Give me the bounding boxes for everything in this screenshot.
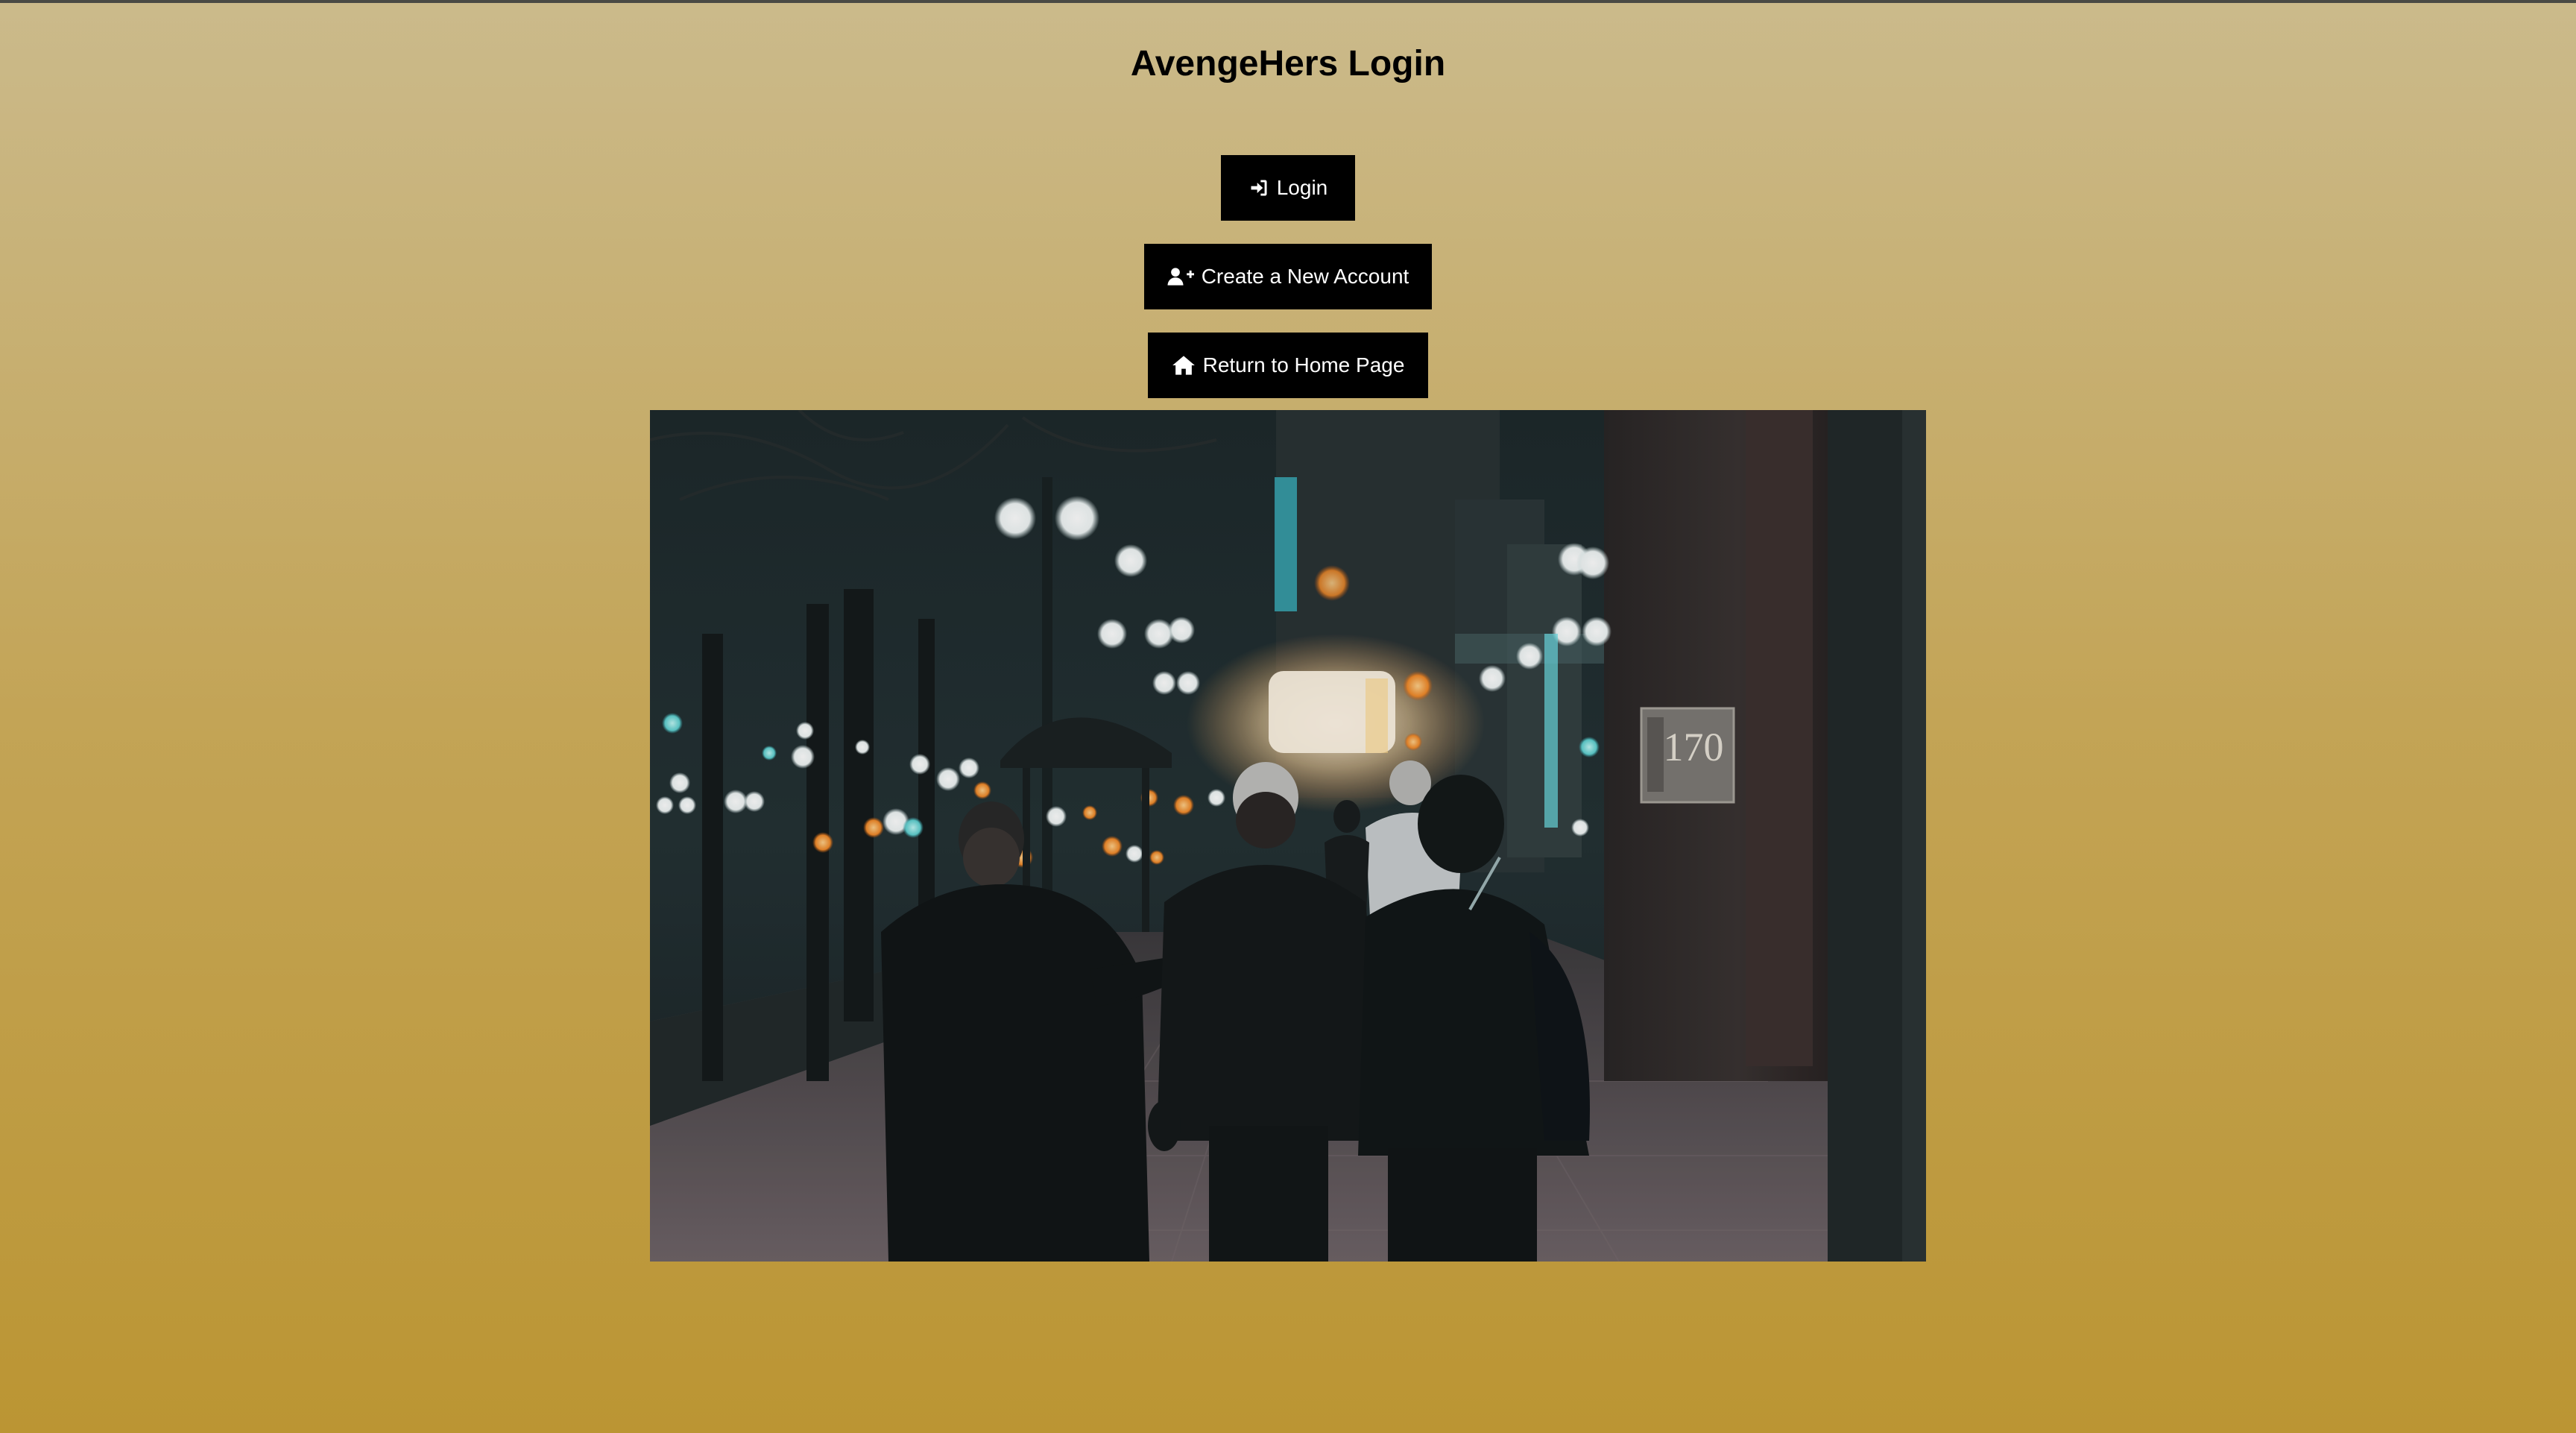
window-top-border: [0, 0, 2576, 3]
user-plus-icon: [1167, 266, 1194, 287]
sign-in-icon: [1248, 177, 1269, 198]
hero-image: 170: [650, 410, 1926, 1262]
login-button[interactable]: Login: [1221, 155, 1355, 221]
home-icon: [1172, 355, 1196, 376]
home-button[interactable]: Return to Home Page: [1148, 333, 1428, 398]
login-button-label: Login: [1276, 176, 1328, 199]
create-account-button-label: Create a New Account: [1201, 265, 1409, 288]
home-button-label: Return to Home Page: [1202, 353, 1405, 377]
page-title: AvengeHers Login: [1130, 44, 1446, 84]
create-account-button[interactable]: Create a New Account: [1144, 244, 1432, 309]
